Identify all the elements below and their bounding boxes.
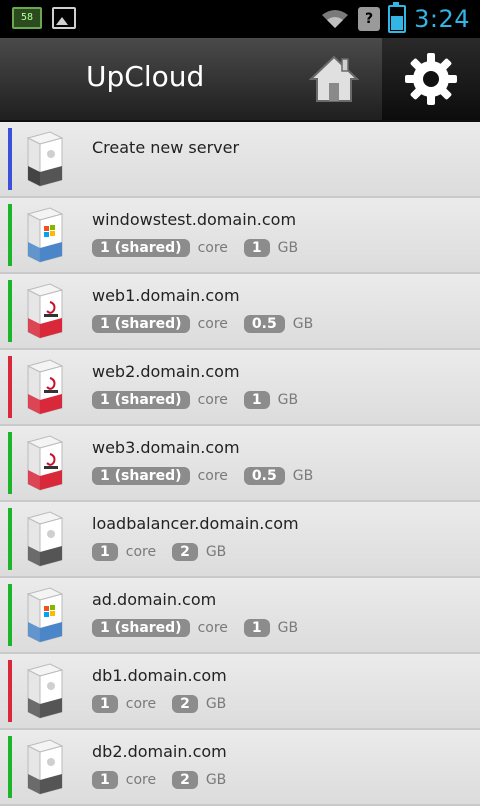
app-bar: UpCloud [0,38,480,122]
status-bar-indicator [8,508,12,570]
status-bar-indicator [8,280,12,342]
core-label: core [125,772,157,788]
core-label: core [125,544,157,560]
server-row[interactable]: web3.domain.com 1 (shared) core 0.5 GB [0,426,480,502]
server-row[interactable]: ad.domain.com 1 (shared) core 1 GB [0,578,480,654]
server-name: windowstest.domain.com [92,210,297,229]
cores-badge: 1 [92,695,118,713]
server-specs: 1 (shared) core 1 GB [92,239,298,257]
core-label: core [197,240,228,256]
debian-box-icon [26,283,64,339]
server-name: db2.domain.com [92,742,227,761]
server-name: loadbalancer.domain.com [92,514,299,533]
create-server-label: Create new server [92,138,240,157]
windows-server-box-icon [26,587,64,643]
create-server-row[interactable]: Create new server [0,122,480,198]
custom-server-box-icon [26,511,64,567]
battery-icon [388,2,407,33]
memory-badge: 1 [243,619,270,637]
server-list: Create new server windowstest.domain.com… [0,122,480,806]
accent-bar [8,128,12,190]
server-name: db1.domain.com [92,666,227,685]
status-bar-indicator [8,736,12,798]
server-name: web2.domain.com [92,362,240,381]
memory-badge: 1 [243,391,270,409]
server-row[interactable]: db2.domain.com 1 core 2 GB [0,730,480,806]
server-row[interactable]: windowstest.domain.com 1 (shared) core 1 GB [0,198,480,274]
memory-unit: GB [277,620,299,636]
server-specs: 1 (shared) core 1 GB [92,391,298,409]
cores-badge: 1 (shared) [92,619,190,637]
server-row[interactable]: web1.domain.com 1 (shared) core 0.5 GB [0,274,480,350]
server-name: ad.domain.com [92,590,217,609]
memory-badge: 0.5 [243,315,285,333]
app-title: UpCloud [86,60,205,93]
memory-unit: GB [205,544,227,560]
home-icon [309,55,359,102]
server-specs: 1 (shared) core 0.5 GB [92,467,313,485]
core-label: core [125,696,157,712]
server-specs: 1 core 2 GB [92,543,226,561]
server-name: web1.domain.com [92,286,240,305]
memory-unit: GB [205,696,227,712]
core-label: core [197,316,228,332]
cores-badge: 1 [92,771,118,789]
status-bar-indicator [8,432,12,494]
status-bar-indicator [8,204,12,266]
server-row[interactable]: web2.domain.com 1 (shared) core 1 GB [0,350,480,426]
memory-badge: 1 [243,239,270,257]
image-notification-icon [52,7,76,29]
cores-badge: 1 (shared) [92,391,190,409]
core-label: core [197,468,228,484]
cores-badge: 1 (shared) [92,239,190,257]
windows-server-box-icon [26,207,64,263]
gear-icon [405,53,457,105]
memory-unit: GB [292,468,314,484]
custom-server-box-icon [26,739,64,795]
cores-badge: 1 (shared) [92,467,190,485]
cores-badge: 1 (shared) [92,315,190,333]
core-label: core [197,620,228,636]
server-row[interactable]: loadbalancer.domain.com 1 core 2 GB [0,502,480,578]
cores-badge: 1 [92,543,118,561]
server-specs: 1 core 2 GB [92,771,226,789]
memory-badge: 0.5 [243,467,285,485]
wifi-icon [322,10,349,28]
memory-unit: GB [277,240,299,256]
battery-indicator-icon: 58 [12,7,42,29]
core-label: core [197,392,228,408]
custom-server-box-icon [26,663,64,719]
memory-unit: GB [277,392,299,408]
debian-box-icon [26,435,64,491]
sim-card-icon: ? [358,7,381,31]
settings-button[interactable] [382,38,480,120]
status-bar: 58 ? 3:24 [0,0,480,38]
server-specs: 1 (shared) core 0.5 GB [92,315,313,333]
custom-server-box-icon [26,131,64,187]
status-bar-indicator [8,584,12,646]
server-specs: 1 core 2 GB [92,695,226,713]
memory-badge: 2 [172,543,198,561]
memory-badge: 2 [172,771,198,789]
status-bar-indicator [8,356,12,418]
memory-unit: GB [205,772,227,788]
home-button[interactable] [300,38,368,120]
memory-unit: GB [292,316,314,332]
server-name: web3.domain.com [92,438,240,457]
server-specs: 1 (shared) core 1 GB [92,619,298,637]
server-row[interactable]: db1.domain.com 1 core 2 GB [0,654,480,730]
clock: 3:24 [414,5,470,33]
status-bar-indicator [8,660,12,722]
debian-box-icon [26,359,64,415]
memory-badge: 2 [172,695,198,713]
